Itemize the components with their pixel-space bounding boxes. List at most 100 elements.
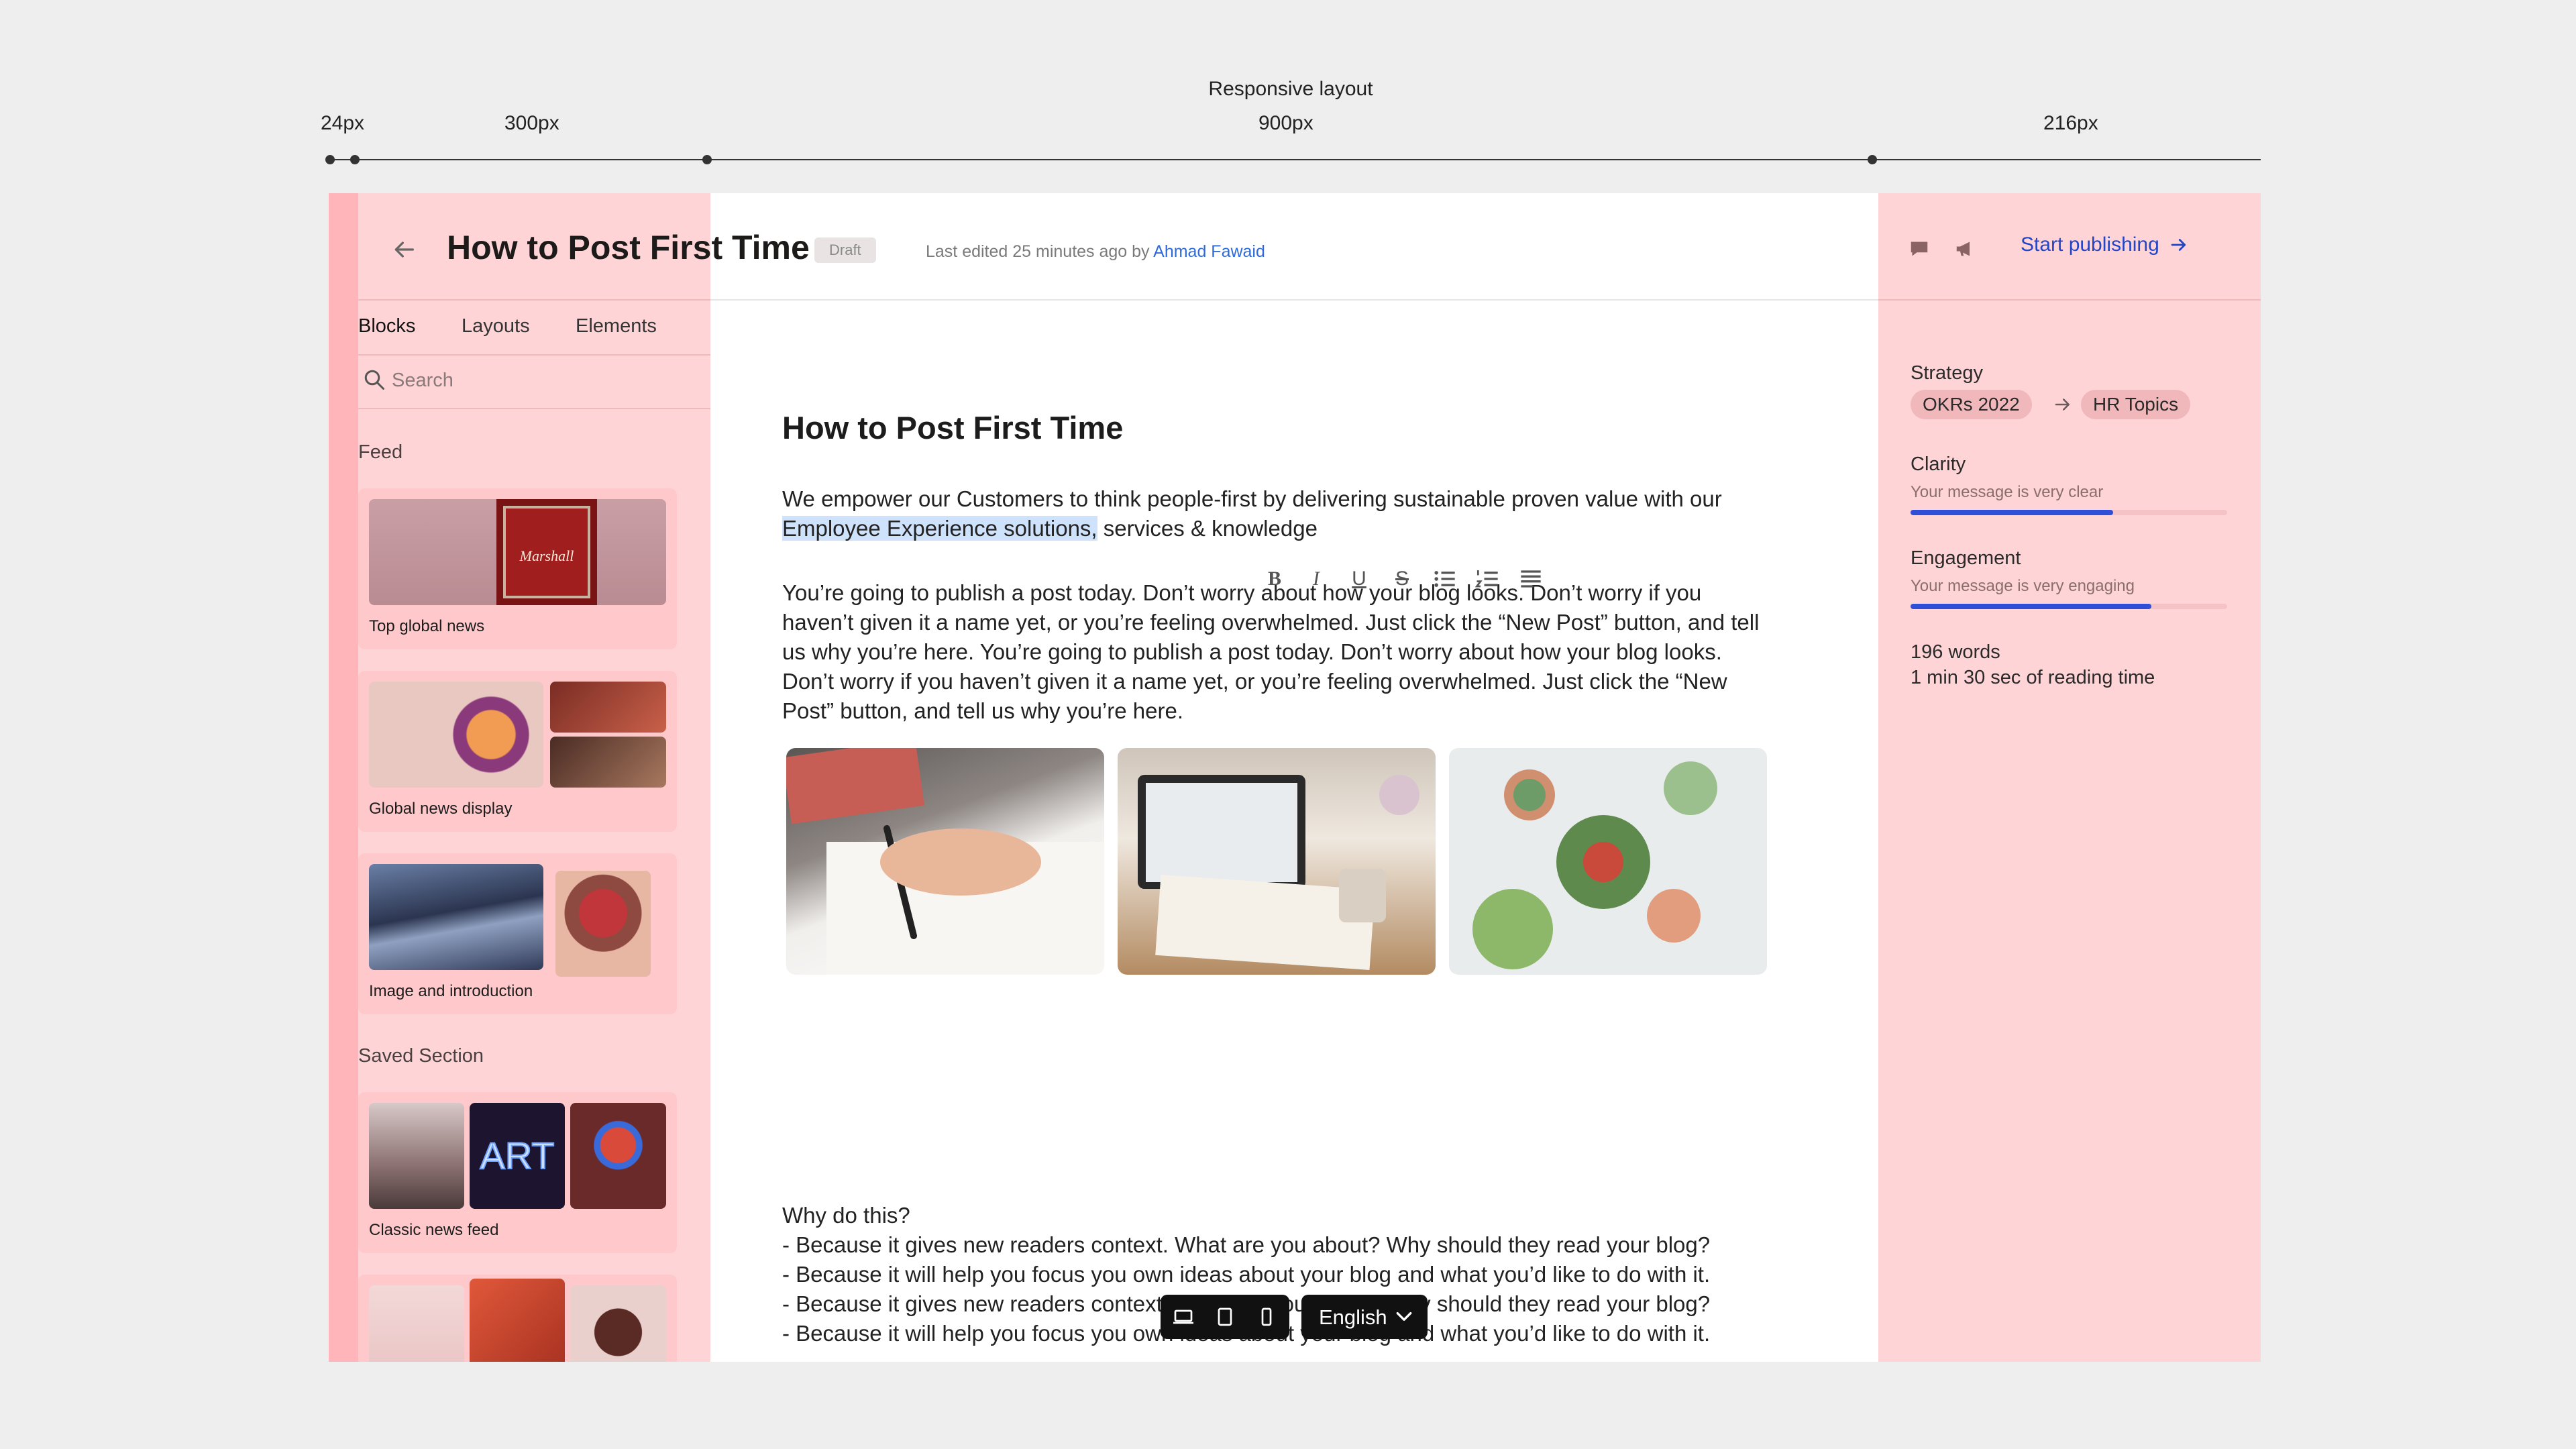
panel-divider (1878, 299, 2261, 301)
engagement-message: Your message is very engaging (1911, 577, 2135, 595)
card-thumbnail (369, 1103, 464, 1209)
card-thumbnail (550, 737, 666, 788)
arrow-right-icon (2055, 398, 2070, 411)
bullet-list-icon[interactable] (1430, 564, 1460, 594)
clarity-label: Clarity (1911, 453, 1966, 475)
align-icon[interactable] (1516, 564, 1546, 594)
language-label: English (1319, 1305, 1387, 1329)
word-count: 196 words (1911, 641, 2000, 663)
ruler-marker (1868, 155, 1877, 164)
left-gutter (329, 193, 358, 1362)
block-card-global-news-display[interactable]: Global news display (358, 671, 677, 832)
strategy-chip[interactable]: OKRs 2022 (1911, 390, 2032, 419)
language-select[interactable]: English (1301, 1295, 1428, 1339)
search-icon (364, 370, 384, 390)
intro-paragraph[interactable]: We empower our Customers to think people… (782, 484, 1775, 543)
strategy-label: Strategy (1911, 362, 1983, 384)
insights-panel: Start publishing Strategy OKRs 2022 HR T… (1878, 193, 2261, 1362)
amplifier-image: Marshall (496, 499, 597, 605)
ruler-marker (350, 155, 360, 164)
card-thumbnail (555, 871, 651, 977)
card-thumbnail (570, 1285, 666, 1362)
sidebar-tabs: Blocks Layouts Elements (358, 299, 710, 356)
tab-layouts[interactable]: Layouts (462, 315, 530, 337)
editor-frame: Blocks Layouts Elements Feed Marshall To… (329, 193, 2261, 1362)
why-item[interactable]: - Because it will help you focus you own… (782, 1260, 1775, 1289)
chevron-down-icon (1396, 1311, 1412, 1321)
document-title[interactable]: How to Post First Time (782, 409, 1123, 446)
card-thumbnail (570, 1103, 666, 1209)
card-thumbnail (470, 1279, 565, 1362)
article-image-laptop[interactable] (1118, 748, 1436, 975)
author-link[interactable]: Ahmad Fawaid (1153, 242, 1265, 261)
article-image-writing[interactable] (786, 748, 1104, 975)
card-thumbnail (369, 1285, 464, 1362)
block-card-classic-news-feed[interactable]: ART Classic news feed (358, 1092, 677, 1253)
italic-icon[interactable]: I (1301, 564, 1331, 594)
engagement-progress (1911, 604, 2227, 609)
blocks-sidebar: Blocks Layouts Elements Feed Marshall To… (358, 193, 710, 1362)
strategy-chip[interactable]: HR Topics (2081, 390, 2191, 419)
device-preview-toggle (1161, 1295, 1289, 1339)
page-title: How to Post First Time (447, 229, 810, 266)
card-thumbnail (369, 682, 543, 788)
annotation-title: Responsive layout (1208, 78, 1373, 100)
why-item[interactable]: - Because it gives new readers context. … (782, 1230, 1775, 1260)
reading-time: 1 min 30 sec of reading time (1911, 667, 2155, 688)
neon-art-image: ART (480, 1134, 555, 1177)
intro-text: We empower our Customers to think people… (782, 486, 1722, 511)
article-image-succulents[interactable] (1449, 748, 1767, 975)
ruler-marker (325, 155, 335, 164)
annotation-label-sidebar: 300px (504, 112, 559, 134)
ruler-marker (702, 155, 712, 164)
card-thumbnail: ART (470, 1103, 565, 1209)
megaphone-icon[interactable] (1951, 235, 1979, 263)
tablet-icon[interactable] (1213, 1305, 1237, 1329)
block-card[interactable] (358, 1275, 677, 1362)
start-publishing-button[interactable]: Start publishing (2021, 233, 2189, 256)
underline-icon[interactable]: U (1344, 564, 1374, 594)
annotation-label-gutter: 24px (321, 112, 365, 134)
back-arrow-icon[interactable] (390, 236, 417, 263)
section-label-feed: Feed (358, 441, 403, 463)
header-divider (710, 299, 1878, 301)
engagement-label: Engagement (1911, 547, 2021, 569)
clarity-progress-fill (1911, 510, 2114, 515)
selected-text: Employee Experience solutions, (782, 516, 1097, 541)
mobile-icon[interactable] (1254, 1305, 1279, 1329)
why-heading[interactable]: Why do this? (782, 1201, 1775, 1230)
block-card-top-global-news[interactable]: Marshall Top global news (358, 488, 677, 649)
last-edited-meta: Last edited 25 minutes ago by Ahmad Fawa… (926, 242, 1265, 262)
sidebar-search (358, 354, 710, 409)
svg-text:Marshall: Marshall (519, 547, 574, 564)
annotation-ruler (329, 159, 2261, 160)
block-card-image-intro[interactable]: Image and introduction (358, 853, 677, 1014)
succulents-image (1472, 761, 1717, 969)
card-caption: Global news display (369, 800, 513, 818)
svg-text:ART: ART (480, 1134, 555, 1177)
card-thumbnail: Marshall (369, 499, 666, 605)
card-caption: Classic news feed (369, 1221, 499, 1239)
status-badge: Draft (814, 237, 876, 263)
format-toolbar: B I U S (1260, 556, 1562, 603)
section-label-saved: Saved Section (358, 1045, 484, 1067)
tab-elements[interactable]: Elements (576, 315, 657, 337)
card-thumbnail (369, 864, 543, 970)
annotation-label-content: 900px (1258, 112, 1313, 134)
card-thumbnail (550, 682, 666, 733)
engagement-progress-fill (1911, 604, 2151, 609)
desktop-icon[interactable] (1171, 1305, 1195, 1329)
card-caption: Image and introduction (369, 982, 533, 1000)
last-edited-text: Last edited 25 minutes ago by (926, 242, 1150, 261)
bold-icon[interactable]: B (1260, 564, 1289, 594)
strikethrough-icon[interactable]: S (1387, 564, 1417, 594)
intro-text-end: services & knowledge (1097, 516, 1318, 541)
tab-blocks[interactable]: Blocks (358, 315, 415, 337)
clarity-message: Your message is very clear (1911, 483, 2104, 501)
writing-image (786, 748, 1104, 975)
publish-label: Start publishing (2021, 233, 2159, 256)
numbered-list-icon[interactable] (1473, 564, 1503, 594)
comment-icon[interactable] (1905, 235, 1933, 263)
card-caption: Top global news (369, 617, 485, 635)
search-input[interactable] (390, 366, 688, 394)
